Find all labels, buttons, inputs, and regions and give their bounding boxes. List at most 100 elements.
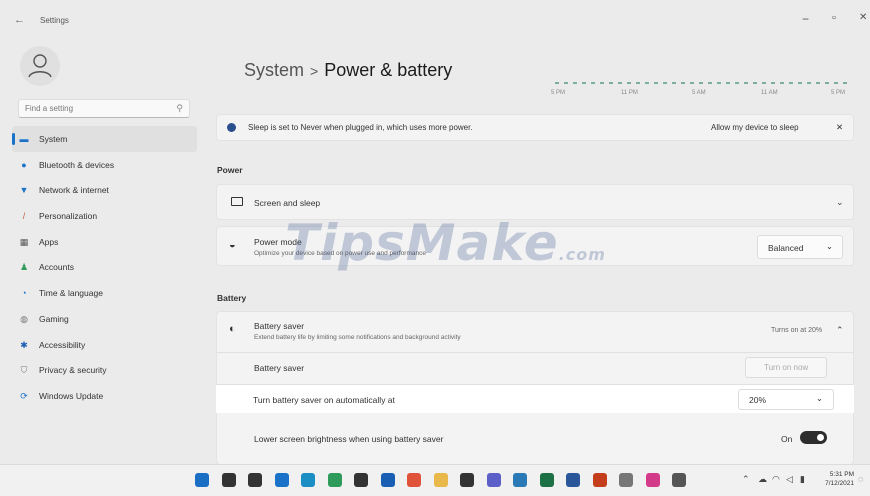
watermark-text: TipsMake bbox=[285, 214, 559, 272]
toggle-knob bbox=[817, 434, 824, 441]
sidebar-item-privacy[interactable]: ⛉ Privacy & security bbox=[12, 357, 197, 383]
sidebar-item-label: Personalization bbox=[39, 211, 98, 222]
dismiss-button[interactable]: ✕ bbox=[836, 122, 843, 133]
maximize-button[interactable]: ▫ bbox=[832, 12, 836, 24]
notifications-icon[interactable]: ◌ bbox=[858, 474, 863, 484]
back-arrow-icon[interactable]: ← bbox=[14, 14, 25, 26]
sidebar-item-system[interactable]: ▬ System bbox=[12, 126, 197, 152]
sidebar-item-label: Bluetooth & devices bbox=[39, 159, 115, 170]
turn-on-now-label: Turn on now bbox=[764, 363, 809, 372]
auto-battery-saver-label: Turn battery saver on automatically at bbox=[253, 395, 395, 405]
volume-icon[interactable]: ◁ bbox=[786, 474, 793, 485]
usage-line bbox=[555, 82, 850, 84]
task-view-icon[interactable] bbox=[248, 473, 262, 487]
sidebar-nav: ▬ System ● Bluetooth & devices ▼ Network… bbox=[12, 126, 197, 409]
power-mode-icon: ◒ bbox=[229, 239, 236, 251]
chevron-down-icon: ⌄ bbox=[825, 241, 833, 251]
page-title: Power & battery bbox=[324, 60, 453, 80]
sidebar-item-personalization[interactable]: / Personalization bbox=[12, 203, 197, 229]
brightness-toggle[interactable] bbox=[800, 431, 827, 444]
settings-icon[interactable] bbox=[672, 473, 686, 487]
paint-icon[interactable] bbox=[645, 473, 660, 487]
user-icon bbox=[28, 54, 52, 78]
start-icon[interactable] bbox=[195, 473, 209, 487]
watermark: TipsMake.com bbox=[285, 214, 606, 272]
gamepad-icon: ◍ bbox=[20, 313, 28, 324]
auto-battery-saver-dropdown[interactable]: 20% ⌄ bbox=[738, 389, 834, 410]
chart-tick: 5 PM bbox=[831, 90, 846, 96]
brush-icon: / bbox=[22, 211, 26, 222]
sidebar-item-label: Gaming bbox=[39, 313, 69, 324]
powerpoint-icon[interactable] bbox=[592, 473, 607, 487]
allow-sleep-link[interactable]: Allow my device to sleep bbox=[711, 123, 799, 132]
sidebar-item-label: Windows Update bbox=[39, 390, 104, 401]
close-button[interactable]: ✕ bbox=[859, 12, 867, 23]
word-icon[interactable] bbox=[566, 473, 580, 487]
snipping-icon[interactable] bbox=[619, 473, 633, 487]
apps-icon: ▦ bbox=[19, 236, 29, 247]
settings-window: ← Settings − ▫ ✕ Find a setting ⚲ ▬ Syst… bbox=[0, 0, 870, 465]
xbox-icon[interactable] bbox=[327, 473, 342, 487]
sidebar-item-bluetooth[interactable]: ● Bluetooth & devices bbox=[12, 152, 197, 178]
sidebar-item-label: Privacy & security bbox=[39, 365, 107, 376]
search-icon: ⚲ bbox=[176, 103, 183, 113]
sidebar-item-network[interactable]: ▼ Network & internet bbox=[12, 177, 197, 203]
sidebar-item-label: Network & internet bbox=[39, 185, 109, 196]
sidebar-item-windows-update[interactable]: ⟳ Windows Update bbox=[12, 383, 197, 409]
brightness-label: Lower screen brightness when using batte… bbox=[254, 434, 444, 444]
widgets-icon[interactable] bbox=[274, 473, 289, 487]
mail-icon[interactable] bbox=[380, 473, 395, 487]
wifi-icon[interactable]: ◠ bbox=[772, 474, 780, 485]
wifi-icon: ▼ bbox=[19, 185, 29, 196]
info-icon bbox=[227, 123, 236, 132]
title-bar: ← Settings − ▫ ✕ bbox=[0, 0, 870, 40]
sidebar-item-accounts[interactable]: ♟ Accounts bbox=[12, 254, 197, 280]
sidebar-item-label: Accounts bbox=[39, 262, 74, 273]
search-input[interactable]: Find a setting ⚲ bbox=[18, 99, 190, 118]
store-icon[interactable] bbox=[354, 473, 368, 487]
clock[interactable]: 5:31 PM 7/12/2021 bbox=[825, 470, 854, 488]
turn-on-now-button[interactable]: Turn on now bbox=[745, 357, 827, 378]
tray-overflow-icon[interactable]: ⌃ bbox=[742, 474, 750, 485]
battery-icon[interactable]: ▮ bbox=[800, 474, 805, 485]
search-icon[interactable] bbox=[221, 473, 236, 487]
breadcrumb-parent[interactable]: System bbox=[244, 60, 304, 80]
auto-battery-saver-row: Turn battery saver on automatically at 2… bbox=[216, 385, 854, 413]
teams-icon[interactable] bbox=[486, 473, 501, 487]
shield-icon: ⛉ bbox=[20, 365, 28, 376]
minimize-button[interactable]: − bbox=[802, 12, 809, 26]
power-section-label: Power bbox=[217, 165, 243, 175]
avatar[interactable] bbox=[20, 46, 60, 86]
excel-icon[interactable] bbox=[539, 473, 554, 487]
sidebar-item-label: Accessibility bbox=[39, 339, 86, 350]
watermark-suffix: .com bbox=[558, 245, 606, 264]
sidebar-item-accessibility[interactable]: ✱ Accessibility bbox=[12, 332, 197, 358]
sidebar-item-label: System bbox=[39, 134, 68, 144]
accounts-icon: ♟ bbox=[19, 262, 29, 273]
power-mode-dropdown[interactable]: Balanced ⌄ bbox=[757, 235, 843, 259]
battery-usage-chart: 5 PM 11 PM 5 AM 11 AM 5 PM bbox=[551, 78, 850, 98]
sidebar-item-time-language[interactable]: ◔ Time & language bbox=[12, 280, 197, 306]
battery-saver-row-label: Battery saver bbox=[254, 363, 305, 373]
sidebar-item-gaming[interactable]: ◍ Gaming bbox=[12, 306, 197, 332]
battery-saver-status: Turns on at 20% bbox=[771, 327, 823, 334]
cloud-icon[interactable]: ☁ bbox=[758, 474, 767, 485]
sidebar-item-apps[interactable]: ▦ Apps bbox=[12, 229, 197, 255]
clock-time: 5:31 PM bbox=[829, 471, 854, 478]
notepad-icon[interactable] bbox=[513, 473, 527, 487]
chart-tick: 11 PM bbox=[621, 90, 638, 96]
chevron-up-icon[interactable]: ⌃ bbox=[836, 325, 844, 336]
file-explorer-icon[interactable] bbox=[433, 473, 448, 487]
notice-text: Sleep is set to Never when plugged in, w… bbox=[248, 123, 473, 132]
update-icon: ⟳ bbox=[20, 390, 28, 401]
accessibility-icon: ✱ bbox=[20, 339, 28, 350]
terminal-icon[interactable] bbox=[460, 473, 474, 487]
sidebar-item-label: Apps bbox=[39, 236, 59, 247]
brightness-state: On bbox=[781, 434, 793, 444]
photos-icon[interactable] bbox=[407, 473, 421, 487]
chart-tick: 11 AM bbox=[761, 90, 778, 96]
edge-icon[interactable] bbox=[301, 473, 315, 487]
taskbar: ⌃ ☁ ◠ ◁ ▮ 5:31 PM 7/12/2021 ◌ bbox=[0, 464, 870, 496]
chart-tick: 5 AM bbox=[692, 90, 706, 96]
auto-battery-saver-value: 20% bbox=[749, 395, 767, 405]
